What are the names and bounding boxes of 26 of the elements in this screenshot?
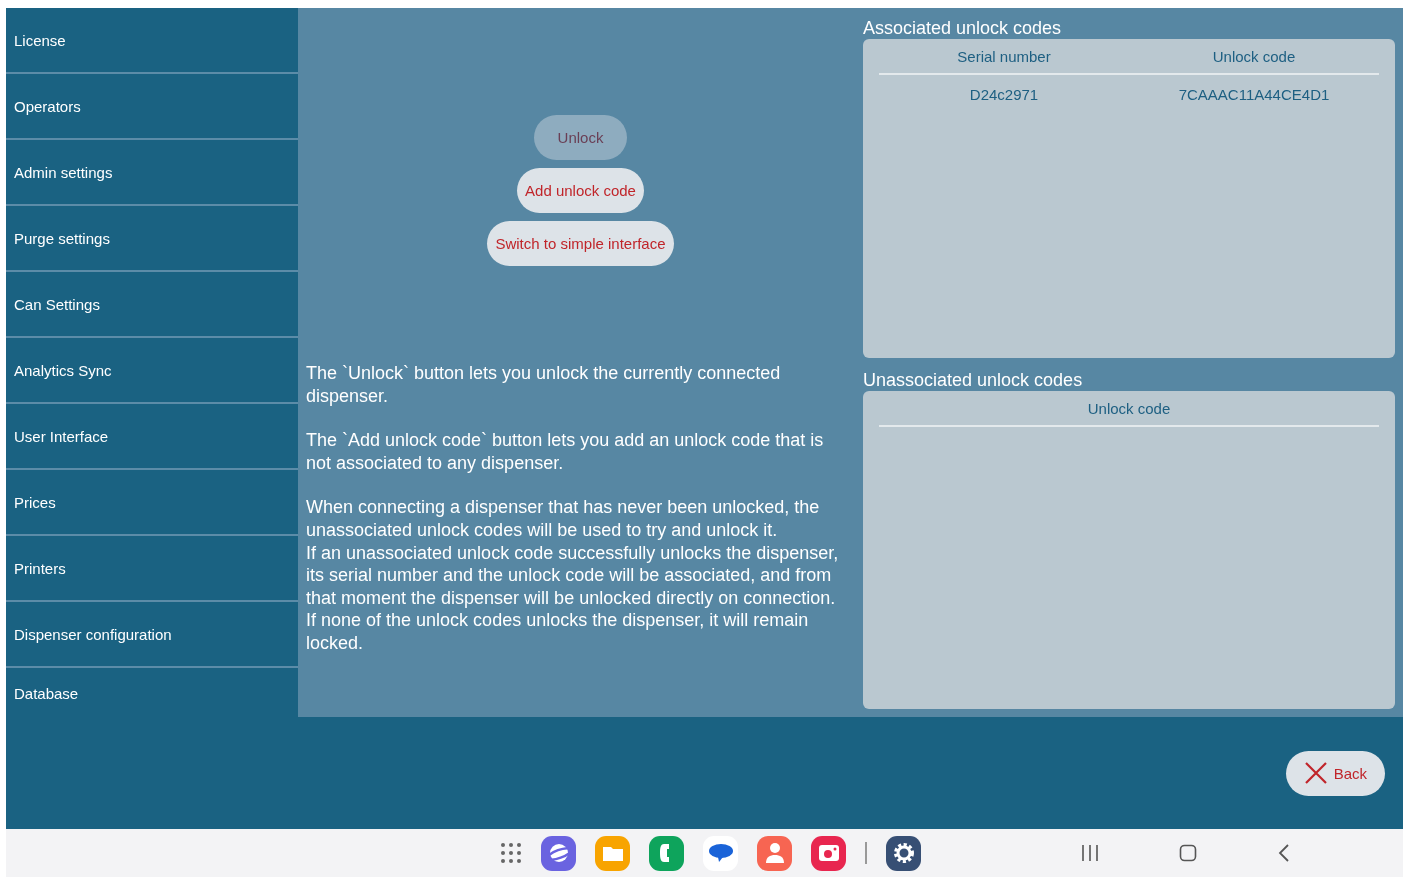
- description-paragraph: The `Unlock` button lets you unlock the currently connected dispenser.: [306, 362, 782, 408]
- app-grid-icon[interactable]: [500, 842, 522, 864]
- contact-icon[interactable]: [757, 835, 792, 871]
- action-button[interactable]: Switch to simple interface: [487, 220, 674, 266]
- section-title: Unassociated unlock codes: [863, 369, 1084, 391]
- description-paragraph: If none of the unlock codes unlocks the dispenser, it will remain locked.: [306, 609, 810, 655]
- column-header: Serial number: [956, 47, 1052, 65]
- phone-icon[interactable]: [649, 835, 684, 871]
- column-header: Unlock code: [1211, 47, 1297, 65]
- planet-icon[interactable]: [541, 835, 576, 871]
- description-paragraph: When connecting a dispenser that has never been unlocked, the unassociated unlock codes will be used to try and unlock it.: [306, 496, 821, 542]
- chat-bubble-icon[interactable]: [703, 835, 738, 871]
- recent-apps-icon[interactable]: [1081, 844, 1099, 862]
- table-cell-text: D24c2971: [968, 85, 1040, 103]
- description-paragraph: The `Add unlock code` button lets you add an unlock code that is not associated to any dispenser.: [306, 429, 825, 475]
- section-title: Associated unlock codes: [863, 17, 1063, 39]
- action-button[interactable]: Add unlock code: [517, 167, 644, 213]
- home-icon[interactable]: [1179, 844, 1197, 862]
- close-icon: [1303, 761, 1328, 785]
- column-header: Unlock code: [1086, 399, 1172, 417]
- back-nav-icon[interactable]: [1277, 844, 1291, 862]
- settings-icon[interactable]: [886, 835, 921, 871]
- description-paragraph: If an unassociated unlock code successfully unlocks the dispenser, its serial number and the unlock code will be associated, and from that moment the dispenser will be unlocked directly on connection.: [306, 541, 840, 610]
- camera-icon[interactable]: [811, 835, 846, 871]
- table-cell-text: 7CAAAC11A44CE4D1: [1177, 85, 1331, 103]
- back-button[interactable]: Back: [1285, 750, 1385, 796]
